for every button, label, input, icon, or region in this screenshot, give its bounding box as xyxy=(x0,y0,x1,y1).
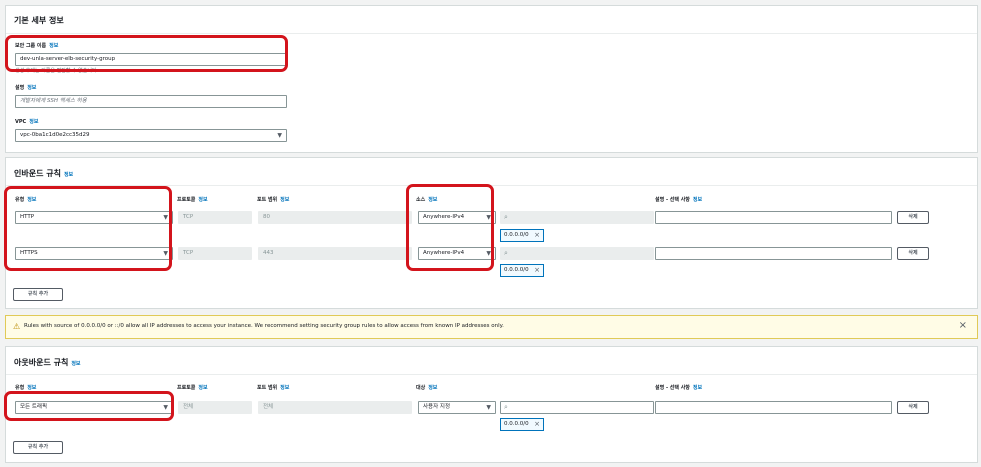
outbound-description-input[interactable] xyxy=(655,401,892,414)
inbound-port-field: 80 xyxy=(258,211,412,224)
inbound-protocol-field: TCP xyxy=(178,211,252,224)
sg-name-hint: 생성 후에는 이름을 편집할 수 없습니다. xyxy=(15,68,99,74)
chevron-down-icon: ▼ xyxy=(486,214,491,221)
inbound-cidr-token: 0.0.0.0/0 × xyxy=(500,229,544,242)
warning-icon: ⚠ xyxy=(13,322,21,331)
outbound-col-port: 포트 범위 정보 xyxy=(257,385,290,391)
inbound-cidr-token: 0.0.0.0/0 × xyxy=(500,264,544,277)
inbound-source-select[interactable]: Anywhere-IPv4 ▼ xyxy=(418,247,496,260)
chevron-down-icon: ▼ xyxy=(163,250,168,257)
inbound-cidr-search-input[interactable]: ⌕ xyxy=(500,247,654,260)
outbound-rules-title: 아웃바운드 규칙 정보 xyxy=(14,358,81,367)
inbound-col-source: 소스 정보 xyxy=(416,197,438,203)
description-info-link[interactable]: 정보 xyxy=(27,85,36,91)
chevron-down-icon: ▼ xyxy=(486,250,491,257)
outbound-delete-button[interactable]: 삭제 xyxy=(897,401,929,414)
outbound-col-protocol: 프로토콜 정보 xyxy=(177,385,208,391)
warning-text: Rules with source of 0.0.0.0/0 or ::/0 a… xyxy=(24,323,504,329)
basic-details-title: 기본 세부 정보 xyxy=(14,16,64,25)
basic-details-header: 기본 세부 정보 xyxy=(6,6,977,34)
outbound-port-field: 전체 xyxy=(258,401,412,414)
inbound-type-select[interactable]: HTTP ▼ xyxy=(15,211,173,224)
outbound-destination-select[interactable]: 사용자 지정 ▼ xyxy=(418,401,496,414)
inbound-rules-header: 인바운드 규칙 정보 xyxy=(6,158,977,186)
outbound-info-link[interactable]: 정보 xyxy=(71,361,80,367)
outbound-col-description: 설명 - 선택 사항 정보 xyxy=(655,385,703,391)
inbound-rules-panel: 인바운드 규칙 정보 유형 정보 프로토콜 정보 포트 범위 정보 소스 정보 설명 - … xyxy=(5,157,978,309)
sg-name-label: 보안 그룹 이름 정보 xyxy=(15,43,59,49)
close-icon[interactable]: × xyxy=(534,419,540,430)
vpc-value: vpc-0ba1c1d0e2cc35d29 xyxy=(20,132,90,138)
chevron-down-icon: ▼ xyxy=(277,132,282,139)
close-icon[interactable]: × xyxy=(534,265,540,276)
outbound-protocol-field: 전체 xyxy=(178,401,252,414)
inbound-description-input[interactable] xyxy=(655,211,892,224)
vpc-select[interactable]: vpc-0ba1c1d0e2cc35d29 ▼ xyxy=(15,129,287,142)
inbound-protocol-field: TCP xyxy=(178,247,252,260)
inbound-rules-title: 인바운드 규칙 정보 xyxy=(14,169,74,178)
chevron-down-icon: ▼ xyxy=(163,214,168,221)
outbound-cidr-search-input[interactable]: ⌕ xyxy=(500,401,654,414)
search-icon: ⌕ xyxy=(504,403,508,411)
inbound-cidr-search-input[interactable]: ⌕ xyxy=(500,211,654,224)
inbound-description-input[interactable] xyxy=(655,247,892,260)
search-icon: ⌕ xyxy=(504,249,508,257)
inbound-col-description: 설명 - 선택 사항 정보 xyxy=(655,197,703,203)
outbound-cidr-token: 0.0.0.0/0 × xyxy=(500,418,544,431)
close-icon[interactable]: × xyxy=(959,320,967,331)
chevron-down-icon: ▼ xyxy=(486,404,491,411)
outbound-rules-header: 아웃바운드 규칙 정보 xyxy=(6,347,977,375)
warning-alert: ⚠ Rules with source of 0.0.0.0/0 or ::/0… xyxy=(5,315,978,339)
outbound-col-type: 유형 정보 xyxy=(15,385,37,391)
inbound-delete-button[interactable]: 삭제 xyxy=(897,211,929,224)
sg-name-info-link[interactable]: 정보 xyxy=(49,43,58,49)
basic-details-panel: 기본 세부 정보 보안 그룹 이름 정보 dev-unla-server-elb-… xyxy=(5,5,978,153)
inbound-col-port: 포트 범위 정보 xyxy=(257,197,290,203)
description-input[interactable]: 개발자에게 SSH 액세스 허용 xyxy=(15,95,287,108)
outbound-add-rule-button[interactable]: 규칙 추가 xyxy=(13,441,63,454)
close-icon[interactable]: × xyxy=(534,230,540,241)
description-label: 설명 정보 xyxy=(15,85,37,91)
sg-name-input[interactable]: dev-unla-server-elb-security-group xyxy=(15,53,287,66)
inbound-port-field: 443 xyxy=(258,247,412,260)
outbound-rules-panel: 아웃바운드 규칙 정보 유형 정보 프로토콜 정보 포트 범위 정보 대상 정보 설명 -… xyxy=(5,346,978,463)
inbound-type-select[interactable]: HTTPS ▼ xyxy=(15,247,173,260)
inbound-col-type: 유형 정보 xyxy=(15,197,37,203)
chevron-down-icon: ▼ xyxy=(163,404,168,411)
search-icon: ⌕ xyxy=(504,213,508,221)
vpc-label: VPC 정보 xyxy=(15,119,39,125)
inbound-source-select[interactable]: Anywhere-IPv4 ▼ xyxy=(418,211,496,224)
inbound-delete-button[interactable]: 삭제 xyxy=(897,247,929,260)
inbound-info-link[interactable]: 정보 xyxy=(64,172,73,178)
inbound-col-protocol: 프로토콜 정보 xyxy=(177,197,208,203)
inbound-add-rule-button[interactable]: 규칙 추가 xyxy=(13,288,63,301)
outbound-type-select[interactable]: 모든 트래픽 ▼ xyxy=(15,401,173,414)
vpc-info-link[interactable]: 정보 xyxy=(29,119,38,125)
outbound-col-destination: 대상 정보 xyxy=(416,385,438,391)
